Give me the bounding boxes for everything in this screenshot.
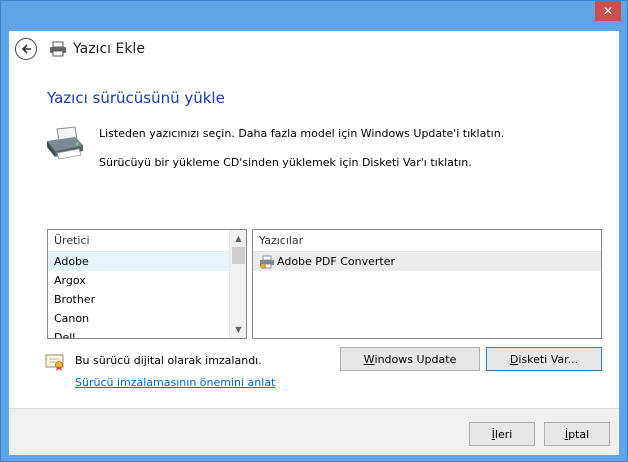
printer-icon	[47, 126, 83, 160]
add-printer-window: ✕ Yazıcı Ekle Yazıcı sürücüsünü yükle Li…	[0, 0, 628, 462]
printer-icon	[50, 41, 66, 57]
access-key: D	[509, 352, 519, 366]
list-item[interactable]: Adobe PDF Converter	[253, 252, 601, 271]
windows-update-button[interactable]: Windows Update	[340, 347, 480, 371]
access-key: W	[363, 352, 375, 366]
button-label: leri	[494, 427, 513, 441]
dialog-content: Yazıcı sürücüsünü yükle Listeden yazıcın…	[9, 67, 619, 408]
close-button[interactable]: ✕	[595, 1, 621, 21]
scroll-up-icon[interactable]: ▲	[230, 230, 246, 247]
cancel-button[interactable]: İptal	[544, 422, 610, 446]
next-button[interactable]: İleri	[469, 422, 535, 446]
have-disk-button[interactable]: Disketi Var...	[486, 347, 602, 371]
list-item[interactable]: Argox	[48, 271, 246, 290]
dialog-footer: İleri İptal	[9, 408, 619, 455]
signature-status-text: Bu sürücü dijital olarak imzalandı.	[75, 354, 262, 367]
certificate-icon	[45, 354, 64, 371]
manufacturer-list-header: Üretici	[48, 230, 246, 252]
list-item[interactable]: Canon	[48, 309, 246, 328]
dialog-header: Yazıcı Ekle	[9, 31, 619, 67]
list-item[interactable]: Brother	[48, 290, 246, 309]
scroll-thumb[interactable]	[232, 247, 245, 264]
list-item[interactable]: Adobe	[48, 252, 246, 271]
instruction-text: Listeden yazıcınızı seçin. Daha fazla mo…	[99, 127, 505, 140]
back-button[interactable]	[15, 38, 37, 60]
button-label: ptal	[568, 427, 590, 441]
signing-info-link[interactable]: Sürücü imzalamasının önemini anlat	[75, 376, 275, 389]
manufacturer-list[interactable]: Üretici Adobe Argox Brother Canon Dell ▲…	[47, 229, 247, 339]
manufacturer-scrollbar[interactable]: ▲ ▼	[229, 230, 246, 338]
dialog-title: Yazıcı Ekle	[73, 41, 145, 57]
button-label: indows Update	[374, 352, 457, 366]
button-label: isketi Var...	[518, 352, 579, 366]
printer-item-label: Adobe PDF Converter	[277, 255, 396, 268]
page-title: Yazıcı sürücüsünü yükle	[47, 89, 225, 107]
back-arrow-icon	[21, 44, 31, 54]
instruction-text-disk: Sürücüyü bir yükleme CD'sinden yüklemek …	[99, 156, 472, 169]
printer-certificate-icon	[260, 255, 274, 269]
printer-list[interactable]: Yazıcılar Adobe PDF Converter	[252, 229, 602, 339]
list-item[interactable]: Dell	[48, 328, 246, 338]
printer-list-header: Yazıcılar	[253, 230, 601, 252]
scroll-down-icon[interactable]: ▼	[230, 321, 246, 338]
